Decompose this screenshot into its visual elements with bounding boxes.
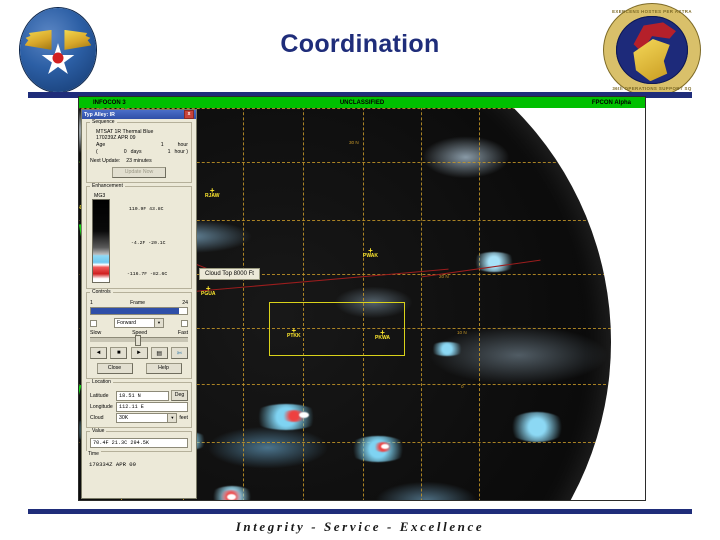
enhancement-color-scale <box>92 199 110 283</box>
save-button[interactable]: ▤ <box>150 347 168 359</box>
longitude-gridline <box>421 108 422 500</box>
speed-slider[interactable] <box>90 335 188 346</box>
patch-motto-top: EXERCENS HOSTES PER ASTRA <box>612 8 692 14</box>
value-group: Value 70.4F 21.3C 294.5K <box>86 428 192 452</box>
close-button[interactable]: Close <box>96 363 133 374</box>
location-caption: Location <box>90 379 113 385</box>
cloud-mass <box>381 444 389 449</box>
stop-button[interactable]: ■ <box>110 347 128 359</box>
enhancement-bottom-label: -116.7F -82.6C <box>127 272 168 277</box>
enhancement-group: Enhancement MG3 110.9F 43.8C -4.2F -20.1… <box>86 183 192 289</box>
patch-motto-bottom: 36th OPERATIONS SUPPORT SQ <box>612 86 692 92</box>
chevron-down-icon[interactable]: ▼ <box>167 414 177 422</box>
frame-slider[interactable] <box>90 307 188 315</box>
enhancement-top-label: 110.9F 43.8C <box>129 207 164 212</box>
value-caption: Value <box>90 428 107 434</box>
sequence-caption: Sequence <box>90 119 117 125</box>
location-group: Location Latitude 18.51 N Deg Longitude … <box>86 379 192 428</box>
deg-toggle-button[interactable]: Deg <box>171 390 188 401</box>
cloud-unit: feet <box>179 415 188 421</box>
time-reading: 170334Z APR 09 <box>89 461 136 468</box>
age-value: 1 <box>160 142 164 148</box>
next-update-value: 23 minutes <box>126 158 152 164</box>
cloud-label: Cloud <box>90 415 104 421</box>
age-unit: hour <box>177 142 188 148</box>
sequence-timestamp: 170239Z APR 09 <box>96 135 136 141</box>
longitude-value[interactable]: 112.11 E <box>116 402 188 412</box>
classification-banner: INFOCON 3 UNCLASSIFIED FPCON Alpha <box>79 97 645 108</box>
step-back-button[interactable]: ◄ <box>90 347 107 359</box>
cut-button[interactable]: ✄ <box>171 347 188 359</box>
grid-label: 20 N <box>439 274 449 279</box>
fast-label: Fast <box>177 330 189 336</box>
frame-min-label: 1 <box>90 300 93 306</box>
controls-caption: Controls <box>90 289 113 295</box>
longitude-label: Longitude <box>90 404 113 410</box>
age-days-value: 0 <box>123 149 127 155</box>
latitude-value[interactable]: 18.51 N <box>116 390 169 401</box>
classification-level: UNCLASSIFIED <box>339 99 385 106</box>
enhancement-mid-label: -4.2F -20.1C <box>131 241 166 246</box>
dialog-titlebar[interactable]: Typ Alley: IR x <box>82 110 196 119</box>
sequence-group: Sequence MTSAT 1R Thermal Blue 170239Z A… <box>86 119 192 183</box>
footer-divider <box>28 509 692 514</box>
age-days-unit: days <box>130 149 142 155</box>
station-marker: + RJAW <box>205 186 220 200</box>
help-button[interactable]: Help <box>145 363 182 374</box>
slow-label: Slow <box>90 330 102 336</box>
fpcon-status: FPCON Alpha <box>591 99 631 106</box>
frame-slider-fill <box>91 308 180 314</box>
direction-value: Forward <box>117 320 137 326</box>
cloud-mass <box>507 412 567 442</box>
age-hours-value: 1 <box>167 149 171 155</box>
frame-label: Frame <box>130 300 146 306</box>
page-title: Coordination <box>280 30 440 58</box>
age-label: Age <box>96 142 106 148</box>
time-group: Time 170334Z APR 09 <box>86 451 192 471</box>
grid-label: 0 <box>461 384 464 389</box>
cloud-mass <box>227 494 236 500</box>
latitude-label: Latitude <box>90 392 109 399</box>
dialog-title-text: Typ Alley: IR <box>84 111 115 118</box>
chevron-down-icon[interactable]: ▼ <box>154 319 163 327</box>
age-detail-open: ( <box>96 149 98 155</box>
cloud-top-annotation: Cloud Top 8000 Ft <box>199 268 260 280</box>
typ-alley-ir-dialog: Typ Alley: IR x Sequence MTSAT 1R Therma… <box>81 109 197 499</box>
longitude-gridline <box>243 108 244 500</box>
time-caption: Time <box>86 451 101 457</box>
frame-max-label: 24 <box>182 300 189 306</box>
close-icon[interactable]: x <box>184 110 194 119</box>
play-forward-button[interactable]: ► <box>130 347 148 359</box>
enhancement-caption: Enhancement <box>90 183 125 189</box>
cloud-height-select[interactable]: 30K ▼ <box>116 413 178 423</box>
grid-label: 10 N <box>457 330 467 335</box>
satellite-application-window: INFOCON 3 UNCLASSIFIED FPCON Alpha + RJA… <box>78 96 646 501</box>
station-marker: + PWAK <box>363 246 378 260</box>
cloud-mass <box>299 412 309 418</box>
cloud-value: 30K <box>119 415 129 421</box>
controls-group: Controls 1 Frame 24 Forward ▼ Slow Speed… <box>86 289 192 379</box>
speed-slider-knob[interactable] <box>135 335 142 346</box>
loop-checkbox-left[interactable] <box>90 319 97 327</box>
station-marker: + PTKK <box>287 326 301 340</box>
grid-label: 30 N <box>349 140 359 145</box>
station-marker: + PGUA <box>201 284 216 298</box>
direction-select[interactable]: Forward ▼ <box>114 318 164 328</box>
update-now-button[interactable]: Update Now <box>112 167 166 178</box>
age-hours-unit: hour ) <box>174 149 189 155</box>
cloud-mass <box>429 342 465 356</box>
loop-checkbox-right[interactable] <box>181 319 188 327</box>
footer-motto: Integrity - Service - Excellence <box>235 519 485 534</box>
value-reading: 70.4F 21.3C 294.5K <box>90 438 188 448</box>
station-marker: + PKWA <box>375 328 390 342</box>
longitude-gridline <box>479 108 480 500</box>
next-update-label: Next Update: <box>90 158 121 164</box>
